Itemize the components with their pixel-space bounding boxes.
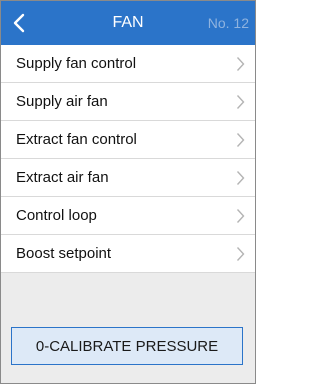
back-button[interactable] (1, 1, 37, 45)
chevron-right-icon (236, 247, 245, 261)
chevron-right-icon (236, 57, 245, 71)
menu-item-extract-air-fan[interactable]: Extract air fan (1, 159, 255, 197)
menu-item-control-loop[interactable]: Control loop (1, 197, 255, 235)
chevron-right-icon (236, 133, 245, 147)
page-number: No. 12 (207, 15, 249, 31)
menu-item-label: Supply air fan (16, 93, 108, 110)
menu-item-label: Boost setpoint (16, 245, 112, 262)
header-bar: FAN No. 12 (1, 1, 255, 45)
menu-item-supply-fan-control[interactable]: Supply fan control (1, 45, 255, 83)
menu-item-extract-fan-control[interactable]: Extract fan control (1, 121, 255, 159)
menu-item-label: Extract air fan (16, 169, 109, 186)
calibrate-pressure-button[interactable]: 0-CALIBRATE PRESSURE (11, 327, 243, 365)
chevron-left-icon (13, 13, 25, 33)
menu-item-label: Control loop (16, 207, 97, 224)
menu-item-boost-setpoint[interactable]: Boost setpoint (1, 235, 255, 273)
menu-item-label: Supply fan control (16, 55, 137, 72)
menu-list: Supply fan control Supply air fan Extrac… (1, 45, 255, 273)
chevron-right-icon (236, 95, 245, 109)
menu-item-label: Extract fan control (16, 131, 137, 148)
fan-screen: FAN No. 12 Supply fan control Supply air… (0, 0, 256, 384)
chevron-right-icon (236, 209, 245, 223)
menu-item-supply-air-fan[interactable]: Supply air fan (1, 83, 255, 121)
page-title: FAN (112, 14, 144, 31)
chevron-right-icon (236, 171, 245, 185)
